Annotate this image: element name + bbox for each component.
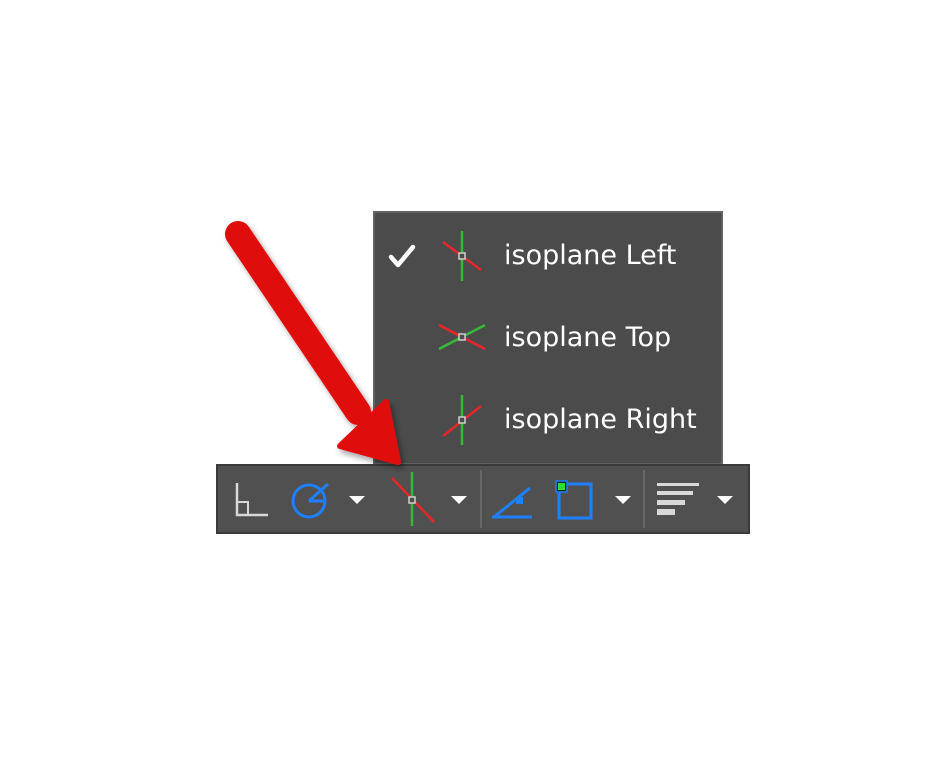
isoplane-menu: isoplane Left isoplane Top isoplane Righ… [373,211,723,465]
object-snap-tracking-icon [492,486,532,519]
menu-item-isoplane-right[interactable]: isoplane Right [375,381,721,459]
ortho-mode-icon [235,483,268,517]
status-bar-toolbar [216,464,750,534]
lineweight-button[interactable] [650,466,706,532]
isodraft-dropdown-arrow[interactable] [448,490,470,508]
lineweight-icon [657,483,699,515]
menu-item-label: isoplane Right [504,404,697,435]
object-snap-dropdown-arrow[interactable] [612,490,634,508]
menu-item-label: isoplane Top [504,322,672,353]
isodraft-icon [391,472,435,526]
object-snap-button[interactable] [548,466,602,532]
polar-tracking-icon [291,482,330,519]
toolbar-separator [480,470,482,528]
isodraft-button[interactable] [384,466,444,532]
isoplane-left-icon [442,231,482,281]
menu-item-isoplane-top[interactable]: isoplane Top [375,299,721,377]
checkmark-icon [388,244,416,268]
menu-item-label: isoplane Left [504,240,677,271]
polar-tracking-button[interactable] [282,466,336,532]
object-snap-icon [555,480,593,520]
menu-item-isoplane-left[interactable]: isoplane Left [375,217,721,295]
lineweight-dropdown-arrow[interactable] [714,490,736,508]
ortho-mode-button[interactable] [224,466,272,532]
isoplane-top-icon [438,323,486,351]
toolbar-separator [643,470,645,528]
object-snap-tracking-button[interactable] [486,466,540,532]
isoplane-right-icon [442,395,482,445]
polar-tracking-dropdown-arrow[interactable] [346,490,368,508]
